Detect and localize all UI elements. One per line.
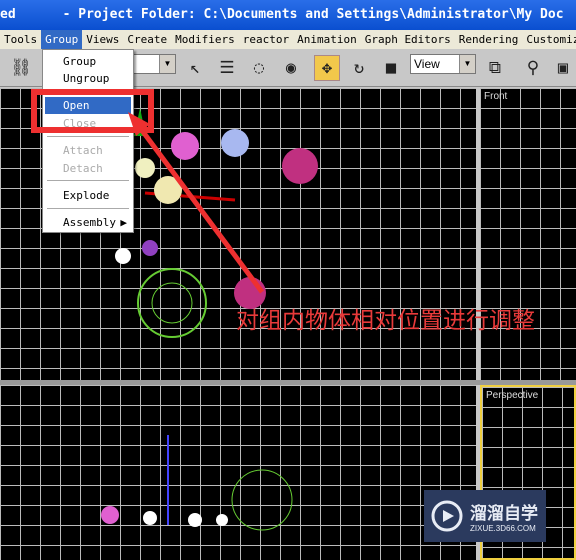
annotation-arrow [128, 112, 265, 294]
watermark-url: ZIXUE.3D66.COM [470, 524, 536, 533]
watermark-name: 溜溜自学 [470, 504, 538, 524]
play-logo-icon [431, 500, 463, 532]
watermark-logo: 溜溜自学 ZIXUE.3D66.COM [424, 490, 546, 542]
annotation-text: 对组内物体相对位置进行调整 [236, 308, 535, 334]
